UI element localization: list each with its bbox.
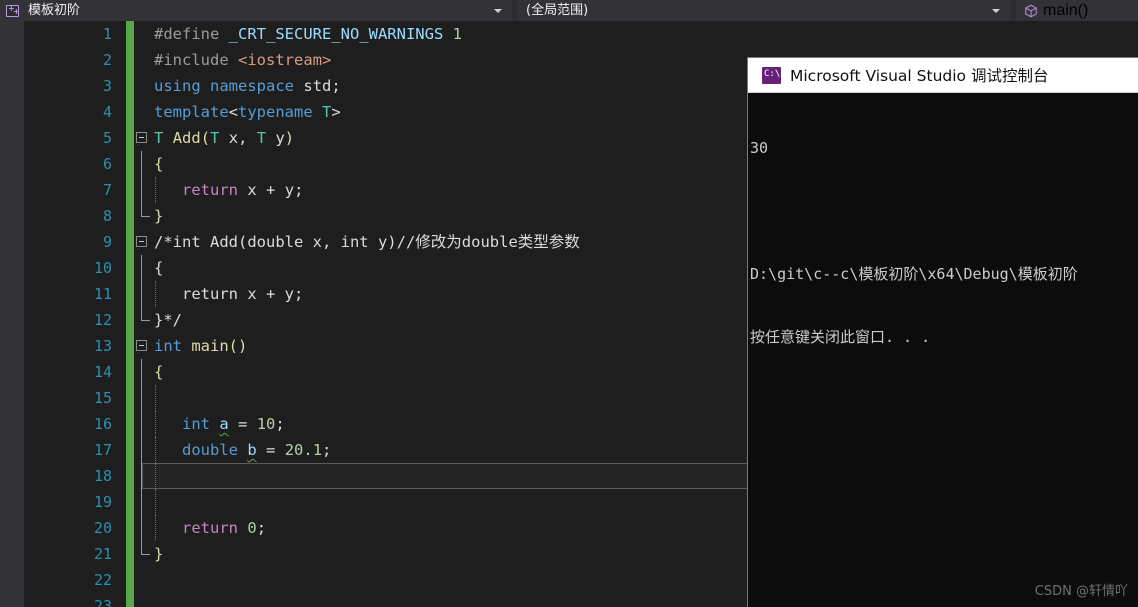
console-title-bar[interactable]: C:\ Microsoft Visual Studio 调试控制台 [748,58,1138,93]
debug-console-window[interactable]: C:\ Microsoft Visual Studio 调试控制台 30 D:\… [747,57,1138,607]
cpp-file-icon: + + [6,3,20,17]
line-number: 22 [93,571,112,589]
line-number: 13 [93,337,112,355]
indicator-margin[interactable] [0,21,24,607]
file-selector-label: 模板初阶 [28,3,81,18]
console-cmd-icon: C:\ [762,66,781,84]
console-output[interactable]: 30 D:\git\c--c\模板初阶\x64\Debug\模板初阶 按任意键关… [748,93,1138,390]
line-number: 6 [102,155,112,173]
line-number: 21 [93,545,112,563]
line-number: 23 [93,597,112,607]
member-selector-combo[interactable]: main() [1016,0,1138,21]
line-number: 1 [102,25,112,43]
line-number: 14 [93,363,112,381]
line-number: 3 [102,77,112,95]
line-number: 4 [102,103,112,121]
line-number: 10 [93,259,112,277]
member-selector-label: main() [1043,1,1089,19]
file-selector-combo[interactable]: + + 模板初阶 [0,0,512,21]
csdn-watermark: CSDN @轩情吖 [1034,584,1128,599]
document-change-bar [126,21,134,607]
console-output-line: 30 [750,139,769,157]
code-line-1[interactable]: #define _CRT_SECURE_NO_WARNINGS 1 [134,21,1138,47]
line-number: 12 [93,311,112,329]
chevron-down-icon[interactable] [494,0,502,21]
fold-toggle-icon[interactable] [136,340,147,351]
scope-selector-combo[interactable]: (全局范围) [518,0,1010,21]
selected-operator[interactable]: << [368,467,388,485]
line-number: 18 [93,467,112,485]
line-number: 20 [93,519,112,537]
navigation-bar: + + 模板初阶 (全局范围) main() [0,0,1138,21]
chevron-down-icon[interactable] [992,0,1000,21]
line-number-gutter: 1 2 3 4 5 6 7 8 9 10 11 12 13 14 15 16 1… [24,21,126,607]
line-number: 16 [93,415,112,433]
method-cube-icon [1025,4,1037,17]
line-number: 7 [102,181,112,199]
fold-toggle-icon[interactable] [136,236,147,247]
console-output-line: 按任意键关闭此窗口. . . [750,328,931,346]
line-number: 2 [102,51,112,69]
scope-selector-label: (全局范围) [526,3,589,18]
line-number: 5 [102,129,112,147]
visual-studio-window: + + 模板初阶 (全局范围) main() 1 2 3 4 5 6 7 8 9… [0,0,1138,607]
line-number: 11 [93,285,112,303]
line-number: 17 [93,441,112,459]
line-number: 8 [102,207,112,225]
line-number: 15 [93,389,112,407]
console-output-line: D:\git\c--c\模板初阶\x64\Debug\模板初阶 [750,265,1078,283]
line-number: 19 [93,493,112,511]
line-number: 9 [102,233,112,251]
console-title-label: Microsoft Visual Studio 调试控制台 [790,67,1049,85]
fold-toggle-icon[interactable] [136,132,147,143]
